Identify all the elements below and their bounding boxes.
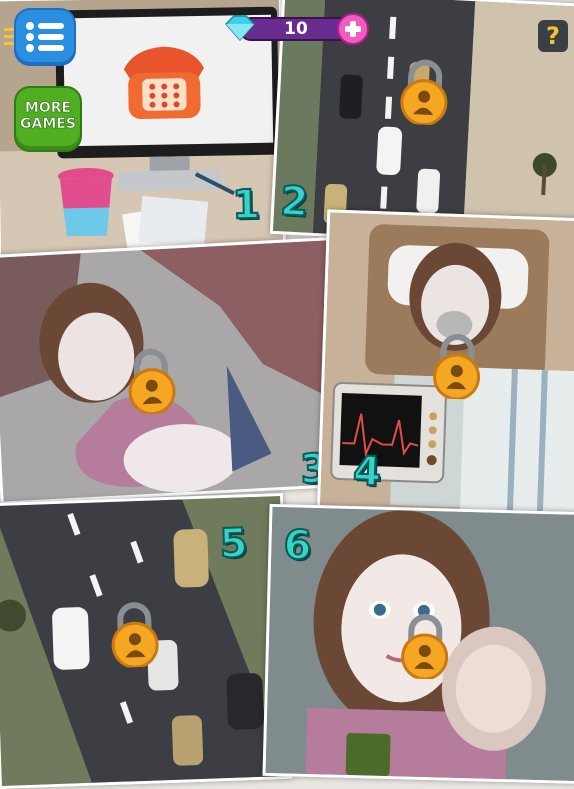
level-4-lock-icon [433, 334, 481, 400]
road-lane-marker [384, 96, 393, 119]
level-2-lock-icon [400, 59, 448, 126]
level-5-lock-icon [111, 602, 159, 669]
telephone-icon [123, 46, 204, 119]
diamond-icon [224, 15, 256, 42]
trash-can-icon [57, 167, 114, 237]
level-3-lock-icon [128, 348, 176, 416]
gem-count: 10 [284, 19, 308, 39]
road-lane-marker [387, 56, 395, 79]
menu-button[interactable] [4, 6, 78, 68]
level-4-panel[interactable]: 4 [316, 209, 574, 521]
level-1-number: 1 [231, 181, 262, 229]
more-games-label-line2: GAMES [20, 116, 76, 133]
level-5-panel[interactable]: 5 [0, 492, 293, 789]
level-4-number: 4 [351, 447, 382, 496]
level-5-number: 5 [218, 519, 249, 568]
level-6-number: 6 [282, 521, 313, 570]
road-lane-marker [389, 16, 397, 40]
more-games-label-line1: MORE [24, 100, 72, 117]
menu-list-icon [4, 8, 76, 66]
road-lane-marker [380, 186, 388, 209]
level-3-panel[interactable]: 3 [0, 237, 343, 505]
gems-counter: 10 [224, 12, 370, 46]
add-gems-button[interactable] [336, 12, 370, 46]
level-6-lock-icon [401, 613, 449, 680]
more-games-button[interactable]: MORE GAMES [14, 86, 82, 152]
level-6-panel[interactable]: 6 [262, 503, 574, 785]
help-button[interactable]: ? [538, 20, 568, 52]
level-2-number: 2 [278, 177, 310, 226]
